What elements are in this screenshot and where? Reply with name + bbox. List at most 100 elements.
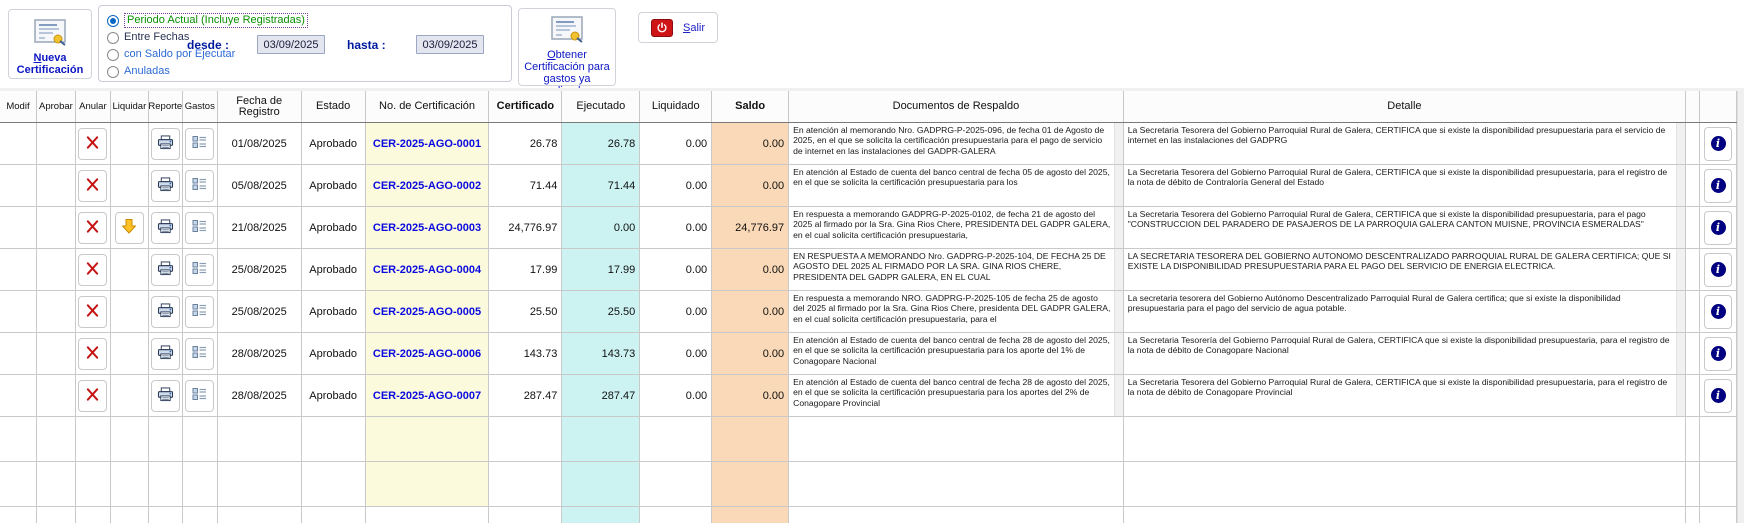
radio-icon[interactable] [107,32,119,44]
reporte-button[interactable] [151,170,180,202]
header-reporte[interactable]: Reporte [149,91,183,122]
printer-icon [157,303,174,321]
cell-scrollbar[interactable] [1114,333,1123,374]
info-button[interactable]: i [1704,295,1732,329]
fecha-registro-cell: 28/08/2025 [218,333,302,374]
red-x-icon [85,177,100,195]
header-detalle[interactable]: Detalle [1124,91,1686,122]
certificado-cell: 26.78 [489,123,562,164]
cell-scrollbar[interactable] [1676,165,1685,206]
reporte-button[interactable] [151,128,180,160]
header-liquidar[interactable]: Liquidar [111,91,149,122]
cert-number-link[interactable]: CER-2025-AGO-0004 [366,249,490,290]
cert-number-link[interactable]: CER-2025-AGO-0001 [366,123,490,164]
header-fecha-registro[interactable]: Fecha de Registro [218,91,302,122]
header-liquidado[interactable]: Liquidado [640,91,712,122]
liquidar-button[interactable] [115,212,144,244]
desde-input[interactable] [257,35,325,54]
info-button[interactable]: i [1704,169,1732,203]
vertical-scrollbar[interactable] [1737,91,1744,523]
anular-button[interactable] [78,254,107,286]
certificate-icon [550,15,584,46]
fecha-registro-cell: 28/08/2025 [218,375,302,416]
cert-number-link[interactable]: CER-2025-AGO-0005 [366,291,490,332]
gastos-button[interactable] [185,170,214,202]
cert-number-link[interactable]: CER-2025-AGO-0007 [366,375,490,416]
cell-scrollbar[interactable] [1676,123,1685,164]
cell-scrollbar[interactable] [1676,333,1685,374]
filter-label[interactable]: Entre Fechas [124,31,189,44]
reporte-button[interactable] [151,338,180,370]
anular-button[interactable] [78,128,107,160]
cell-scrollbar[interactable] [1676,375,1685,416]
info-button[interactable]: i [1704,379,1732,413]
printer-icon [157,219,174,237]
info-circle-icon: i [1711,136,1726,151]
cell-scrollbar[interactable] [1114,123,1123,164]
reporte-button[interactable] [151,212,180,244]
certificado-cell: 25.50 [489,291,562,332]
reporte-button[interactable] [151,380,180,412]
info-cell: i [1700,123,1737,164]
gastos-button[interactable] [185,338,214,370]
cert-number-link[interactable]: CER-2025-AGO-0003 [366,207,490,248]
cell-scrollbar[interactable] [1676,249,1685,290]
gastos-button[interactable] [185,254,214,286]
header-ejecutado[interactable]: Ejecutado [562,91,640,122]
header-gastos[interactable]: Gastos [183,91,218,122]
header-no-certificacion[interactable]: No. de Certificación [366,91,490,122]
documentos-text: En respuesta a memorando NRO. GADPRG-P-2… [789,291,1114,332]
anular-button[interactable] [78,338,107,370]
cell-scrollbar[interactable] [1114,291,1123,332]
liquidar-cell [111,207,149,248]
radio-icon[interactable] [107,49,119,61]
gastos-button[interactable] [185,128,214,160]
cert-number-link[interactable]: CER-2025-AGO-0006 [366,333,490,374]
anular-button[interactable] [78,296,107,328]
cell-scrollbar[interactable] [1114,375,1123,416]
filter-periodo-actual[interactable]: Periodo Actual (Incluye Registradas) [107,13,308,28]
reporte-button[interactable] [151,296,180,328]
anular-button[interactable] [78,170,107,202]
filter-label[interactable]: Anuladas [124,65,170,78]
radio-icon[interactable] [107,66,119,78]
liquidado-cell: 0.00 [640,249,712,290]
info-button[interactable]: i [1704,127,1732,161]
cell-scrollbar[interactable] [1114,207,1123,248]
cell-scrollbar[interactable] [1676,291,1685,332]
header-certificado[interactable]: Certificado [489,91,562,122]
obtener-certificacion-button[interactable]: Obtener Certificación para gastos ya rea… [518,8,616,86]
info-button[interactable]: i [1704,253,1732,287]
reporte-button[interactable] [151,254,180,286]
header-modif[interactable]: Modif [0,91,37,122]
gastos-button[interactable] [185,212,214,244]
filter-entre-fechas[interactable]: Entre Fechas [107,30,189,45]
cell-scrollbar[interactable] [1114,249,1123,290]
filter-label[interactable]: Periodo Actual (Incluye Registradas) [124,13,308,28]
info-button[interactable]: i [1704,337,1732,371]
fecha-registro-cell: 21/08/2025 [218,207,302,248]
detalle-text: La Secretaria Tesorera del Gobierno Parr… [1124,165,1676,206]
nueva-certificacion-button[interactable]: Nueva Certificación [8,9,92,79]
table-row: 28/08/2025 Aprobado CER-2025-AGO-0006 14… [0,333,1737,375]
hasta-input[interactable] [416,35,484,54]
cell-scrollbar[interactable] [1114,165,1123,206]
gastos-button[interactable] [185,296,214,328]
cell-scrollbar[interactable] [1676,207,1685,248]
header-aprobar[interactable]: Aprobar [37,91,76,122]
header-anular[interactable]: Anular [76,91,111,122]
certificate-icon [33,18,67,49]
info-button[interactable]: i [1704,211,1732,245]
cert-number-link[interactable]: CER-2025-AGO-0002 [366,165,490,206]
anular-button[interactable] [78,380,107,412]
header-saldo[interactable]: Saldo [712,91,789,122]
radio-selected-icon[interactable] [107,15,119,27]
info-cell: i [1700,207,1737,248]
salir-button[interactable]: Salir [638,12,718,43]
filter-anuladas[interactable]: Anuladas [107,64,170,79]
anular-button[interactable] [78,212,107,244]
header-documentos[interactable]: Documentos de Respaldo [789,91,1124,122]
gastos-button[interactable] [185,380,214,412]
detalle-text: La Secretaria Tesorera del Gobierno Parr… [1124,207,1676,248]
header-estado[interactable]: Estado [302,91,366,122]
